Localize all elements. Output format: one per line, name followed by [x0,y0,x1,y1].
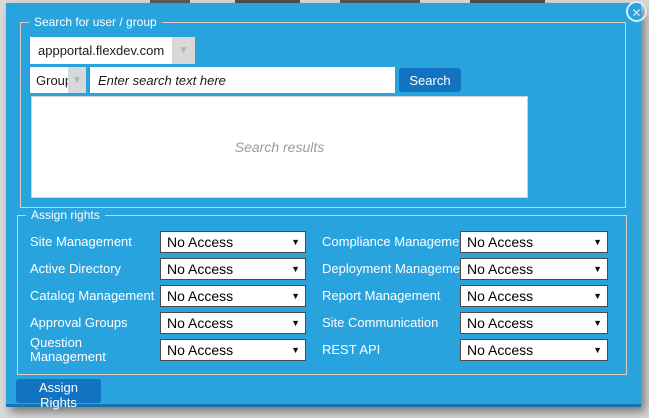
rights-label-catalog-management: Catalog Management [30,289,160,303]
rights-label-active-directory: Active Directory [30,262,160,276]
site-management-select[interactable]: No Access ▼ [160,231,306,253]
compliance-management-select[interactable]: No Access ▼ [460,231,608,253]
rest-api-select[interactable]: No Access ▼ [460,339,608,361]
close-icon: ✕ [631,6,641,20]
domain-dropdown[interactable]: appportal.flexdev.com ▼ [30,37,195,64]
dropdown-caret-icon: ▼ [593,291,602,301]
rights-row: REST API No Access ▼ [322,339,608,361]
rights-row: Compliance Management No Access ▼ [322,231,608,253]
chevron-down-icon[interactable]: ▼ [68,67,86,93]
select-value: No Access [167,261,287,277]
search-type-dropdown-value: Group [30,67,68,93]
select-value: No Access [467,261,589,277]
rights-row: Active Directory No Access ▼ [30,258,306,280]
rights-row: Deployment Management No Access ▼ [322,258,608,280]
rights-row: Approval Groups No Access ▼ [30,312,306,334]
active-directory-select[interactable]: No Access ▼ [160,258,306,280]
deployment-management-select[interactable]: No Access ▼ [460,258,608,280]
dropdown-caret-icon: ▼ [291,318,300,328]
select-value: No Access [467,234,589,250]
rights-label-site-communication: Site Communication [322,316,460,330]
rights-row: Site Communication No Access ▼ [322,312,608,334]
select-value: No Access [467,315,589,331]
dropdown-caret-icon: ▼ [291,345,300,355]
dropdown-caret-icon: ▼ [593,318,602,328]
rights-group-title: Assign rights [26,208,105,223]
select-value: No Access [467,288,589,304]
dropdown-caret-icon: ▼ [291,264,300,274]
dropdown-caret-icon: ▼ [291,291,300,301]
search-results-panel[interactable]: Search results [31,96,528,198]
search-input[interactable] [90,67,395,93]
rights-row: Question Management No Access ▼ [30,339,306,361]
search-group-title: Search for user / group [29,15,162,30]
select-value: No Access [167,342,287,358]
dropdown-caret-icon: ▼ [291,237,300,247]
select-value: No Access [467,342,589,358]
search-type-dropdown[interactable]: Group ▼ [30,67,86,93]
report-management-select[interactable]: No Access ▼ [460,285,608,307]
chevron-down-icon[interactable]: ▼ [172,37,195,64]
rights-label-deployment-management: Deployment Management [322,262,460,276]
select-value: No Access [167,288,287,304]
dropdown-caret-icon: ▼ [593,345,602,355]
rights-label-compliance-management: Compliance Management [322,235,460,249]
assign-rights-dialog: ✕ Search for user / group appportal.flex… [6,3,641,407]
catalog-management-select[interactable]: No Access ▼ [160,285,306,307]
search-results-placeholder: Search results [235,139,324,155]
site-communication-select[interactable]: No Access ▼ [460,312,608,334]
rights-row: Catalog Management No Access ▼ [30,285,306,307]
rights-row: Report Management No Access ▼ [322,285,608,307]
close-button[interactable]: ✕ [626,1,647,22]
rights-label-approval-groups: Approval Groups [30,316,160,330]
dropdown-caret-icon: ▼ [593,264,602,274]
search-button[interactable]: Search [399,68,461,92]
rights-label-report-management: Report Management [322,289,460,303]
rights-label-rest-api: REST API [322,343,460,357]
approval-groups-select[interactable]: No Access ▼ [160,312,306,334]
domain-dropdown-value: appportal.flexdev.com [30,37,172,64]
dropdown-caret-icon: ▼ [593,237,602,247]
select-value: No Access [167,315,287,331]
question-management-select[interactable]: No Access ▼ [160,339,306,361]
rights-row: Site Management No Access ▼ [30,231,306,253]
assign-rights-button[interactable]: Assign Rights [16,379,101,403]
rights-label-question-management: Question Management [30,336,122,364]
rights-label-site-management: Site Management [30,235,160,249]
select-value: No Access [167,234,287,250]
